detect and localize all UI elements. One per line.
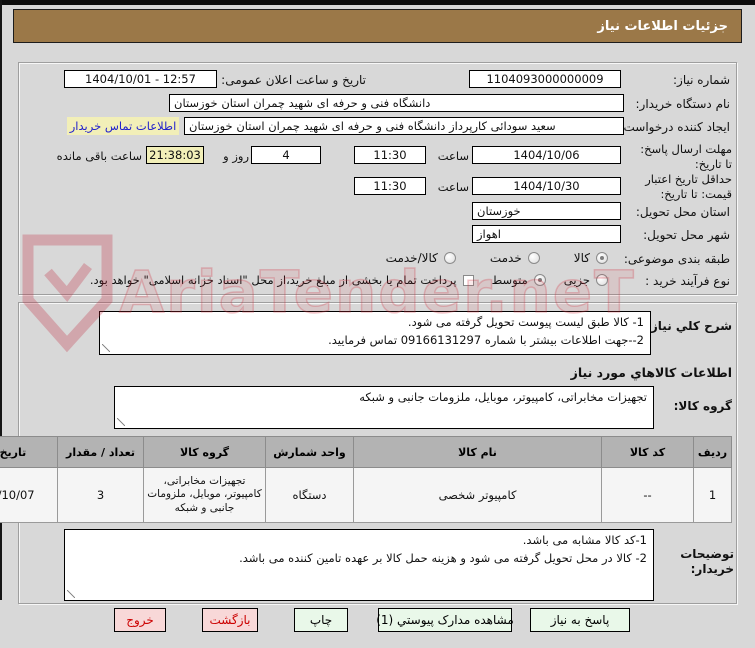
radio-label: متوسط — [491, 273, 528, 287]
col-quantity: تعداد / مقدار — [57, 436, 144, 468]
radio-icon — [596, 274, 608, 286]
validity-hour-label: ساعت — [437, 180, 469, 194]
classification-option-goods[interactable]: کالا — [574, 251, 608, 265]
need-number-label: شماره نیاز: — [673, 73, 730, 87]
action-button-row: پاسخ به نیاز مشاهده مدارک پیوستي (1) چاپ… — [114, 608, 630, 632]
print-button[interactable]: چاپ — [294, 608, 348, 632]
announce-datetime-field[interactable]: 1404/10/01 - 12:57 — [64, 70, 217, 88]
item-group-label: گروه کالا: — [673, 399, 732, 413]
need-info-groupbox: شماره نیاز: 1104093000000009 تاریخ و ساع… — [18, 62, 737, 295]
buyer-org-field[interactable]: دانشگاه فنی و حرفه ای شهید چمران استان خ… — [169, 94, 624, 112]
col-item-group: گروه کالا — [143, 436, 266, 468]
cell-row-number: 1 — [693, 467, 732, 523]
col-row-number: ردیف — [693, 436, 732, 468]
delivery-province-field[interactable]: خوزستان — [472, 202, 621, 220]
resize-handle-icon[interactable] — [102, 344, 110, 352]
cell-count-unit: دستگاه — [265, 467, 354, 523]
delivery-city-field[interactable]: اهواز — [472, 225, 621, 243]
classification-label: طبقه بندی موضوعی: — [623, 252, 730, 266]
page-title-bar: جزئیات اطلاعات نیاز — [13, 9, 742, 43]
remaining-suffix-label: ساعت باقی مانده — [56, 149, 142, 163]
col-item-code: کد کالا — [601, 436, 694, 468]
announce-datetime-label: تاریخ و ساعت اعلان عمومی: — [221, 73, 366, 87]
need-description-label: شرح کلي نیاز: — [646, 319, 732, 333]
buyer-notes-label: توضیحات خریدار: — [680, 547, 734, 577]
radio-icon — [533, 274, 546, 286]
process-type-label: نوع فرآیند خرید : — [645, 274, 730, 288]
back-button[interactable]: بازگشت — [202, 608, 258, 632]
need-description-textarea[interactable]: 1- کالا طبق لیست پیوست تحویل گرفته می شو… — [99, 311, 651, 355]
price-validity-date-field[interactable]: 1404/10/30 — [472, 177, 621, 195]
window-top-border — [0, 0, 755, 5]
buyer-notes-line2: 2- کالا در محل تحویل گرفته می شود و هزین… — [239, 550, 647, 565]
buyer-notes-line1: 1-کد کالا مشابه می باشد. — [522, 533, 647, 547]
items-groupbox: شرح کلي نیاز: 1- کالا طبق لیست پیوست تحو… — [0, 302, 737, 604]
classification-option-service[interactable]: خدمت — [490, 251, 540, 265]
radio-label: جزیی — [563, 273, 590, 287]
buyer-contact-link[interactable]: اطلاعات تماس خریدار — [67, 117, 179, 135]
col-count-unit: واحد شمارش — [265, 436, 354, 468]
item-group-value: تجهیزات مخابراتی، کامپیوتر، موبایل، ملزو… — [359, 390, 647, 404]
radio-label: کالا/خدمت — [385, 251, 438, 265]
cell-item-code: -- — [601, 467, 694, 523]
respond-to-need-button[interactable]: پاسخ به نیاز — [530, 608, 630, 632]
radio-label: کالا — [573, 251, 590, 265]
delivery-city-label: شهر محل تحویل: — [643, 228, 730, 242]
request-creator-label: ایجاد کننده درخواست: — [619, 120, 730, 134]
items-section-header: اطلاعات کالاهاي مورد نیاز — [570, 365, 732, 380]
price-validity-label: حداقل تاریخ اعتبار قیمت: تا تاریخ: — [645, 172, 732, 201]
need-details-window: جزئیات اطلاعات نیاز شماره نیاز: 11040930… — [0, 0, 755, 648]
items-table-header-row: ردیف کد کالا نام کالا واحد شمارش گروه کا… — [0, 436, 732, 468]
cell-item-name: کامپیوتر شخصی — [353, 467, 602, 523]
delivery-province-label: استان محل تحویل: — [635, 205, 730, 219]
cell-quantity: 3 — [57, 467, 144, 523]
process-type-radio-group: جزیی متوسط پرداخت تمام یا بخشی از مبلغ خ… — [90, 273, 608, 287]
need-description-line2: 2--جهت اطلاعات بیشتر با شماره 0916613129… — [328, 332, 644, 347]
col-item-name: نام کالا — [353, 436, 602, 468]
need-description-line1: 1- کالا طبق لیست پیوست تحویل گرفته می شو… — [407, 315, 644, 329]
resize-handle-icon[interactable] — [117, 418, 125, 426]
treasury-payment-checkbox[interactable]: پرداخت تمام یا بخشی از مبلغ خرید،از محل … — [90, 273, 474, 287]
page-title: جزئیات اطلاعات نیاز — [597, 18, 728, 34]
cell-item-group: تجهیزات مخابراتی، کامپیوتر، موبایل، ملزو… — [143, 467, 266, 523]
response-deadline-date-field[interactable]: 1404/10/06 — [472, 146, 621, 164]
exit-button[interactable]: خروج — [114, 608, 166, 632]
need-number-field[interactable]: 1104093000000009 — [469, 70, 621, 88]
cell-need-date: 1404/10/07 — [0, 467, 58, 523]
items-table: ردیف کد کالا نام کالا واحد شمارش گروه کا… — [0, 436, 732, 523]
resize-handle-icon[interactable] — [67, 590, 75, 598]
treasury-payment-label: پرداخت تمام یا بخشی از مبلغ خرید،از محل … — [89, 273, 457, 287]
process-option-minor[interactable]: جزیی — [564, 273, 608, 287]
remaining-days-label: روز و — [223, 149, 249, 163]
response-deadline-label: مهلت ارسال پاسخ: تا تاریخ: — [640, 142, 732, 171]
classification-radio-group: کالا خدمت کالا/خدمت — [386, 251, 608, 265]
remaining-days-field[interactable]: 4 — [251, 146, 321, 164]
request-creator-field[interactable]: سعید سودائی کارپرداز دانشگاه فنی و حرفه … — [184, 117, 624, 135]
classification-option-goods-service[interactable]: کالا/خدمت — [386, 251, 456, 265]
response-deadline-time-field[interactable]: 11:30 — [354, 146, 426, 164]
table-row[interactable]: 1 -- کامپیوتر شخصی دستگاه تجهیزات مخابرا… — [0, 467, 732, 523]
view-attachments-button[interactable]: مشاهده مدارک پیوستي (1) — [376, 608, 514, 632]
buyer-notes-textarea[interactable]: 1-کد کالا مشابه می باشد. 2- کالا در محل … — [64, 529, 654, 601]
process-option-medium[interactable]: متوسط — [492, 273, 546, 287]
col-need-date: تاریخ نیاز — [0, 436, 58, 468]
deadline-hour-label: ساعت — [437, 149, 469, 163]
radio-label: خدمت — [489, 251, 522, 265]
radio-icon — [596, 252, 608, 264]
item-group-textarea[interactable]: تجهیزات مخابراتی، کامپیوتر، موبایل، ملزو… — [114, 386, 654, 429]
remaining-time-field: 21:38:03 — [146, 146, 204, 164]
radio-icon — [443, 252, 456, 264]
radio-icon — [527, 252, 540, 264]
buyer-org-label: نام دستگاه خریدار: — [635, 97, 731, 111]
price-validity-time-field[interactable]: 11:30 — [354, 177, 426, 195]
checkbox-icon — [462, 274, 474, 286]
